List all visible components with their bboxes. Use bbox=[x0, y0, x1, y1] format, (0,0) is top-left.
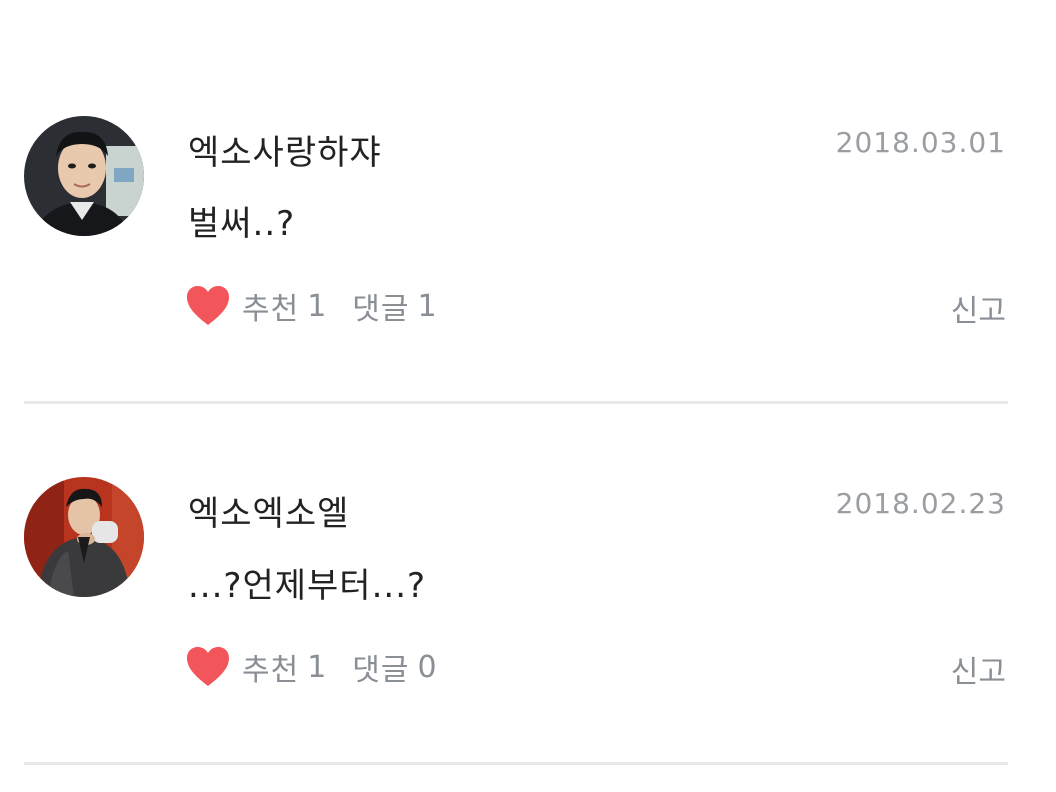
divider bbox=[24, 762, 1008, 765]
divider bbox=[24, 401, 1008, 404]
reply-label: 댓글 bbox=[352, 292, 410, 327]
heart-icon[interactable] bbox=[186, 285, 230, 327]
reply-button[interactable]: 댓글 1 bbox=[352, 284, 436, 328]
report-button[interactable]: 신고 bbox=[951, 286, 1006, 330]
comment-actions: 추천 1 댓글 0 bbox=[186, 645, 437, 689]
comment-username[interactable]: 엑소엑소엘 bbox=[188, 486, 349, 535]
comment-actions: 추천 1 댓글 1 bbox=[186, 284, 437, 328]
heart-icon[interactable] bbox=[186, 646, 230, 688]
report-button[interactable]: 신고 bbox=[951, 647, 1006, 691]
like-button[interactable]: 추천 1 bbox=[186, 645, 326, 689]
reply-count: 0 bbox=[417, 649, 437, 685]
user-avatar[interactable] bbox=[24, 477, 144, 597]
comment-item: 엑소엑소엘 2018.02.23 ...?언제부터...? 추천 1 댓글 0 … bbox=[0, 0, 1056, 690]
reply-label: 댓글 bbox=[352, 653, 410, 688]
reply-button[interactable]: 댓글 0 bbox=[352, 645, 436, 689]
like-count: 1 bbox=[307, 288, 327, 324]
like-label: 추천 bbox=[242, 292, 300, 327]
comment-date: 2018.02.23 bbox=[835, 487, 1006, 520]
reply-count: 1 bbox=[417, 288, 437, 324]
like-count: 1 bbox=[307, 649, 327, 685]
like-label: 추천 bbox=[242, 653, 300, 688]
comment-text: ...?언제부터...? bbox=[188, 566, 427, 606]
like-button[interactable]: 추천 1 bbox=[186, 284, 326, 328]
